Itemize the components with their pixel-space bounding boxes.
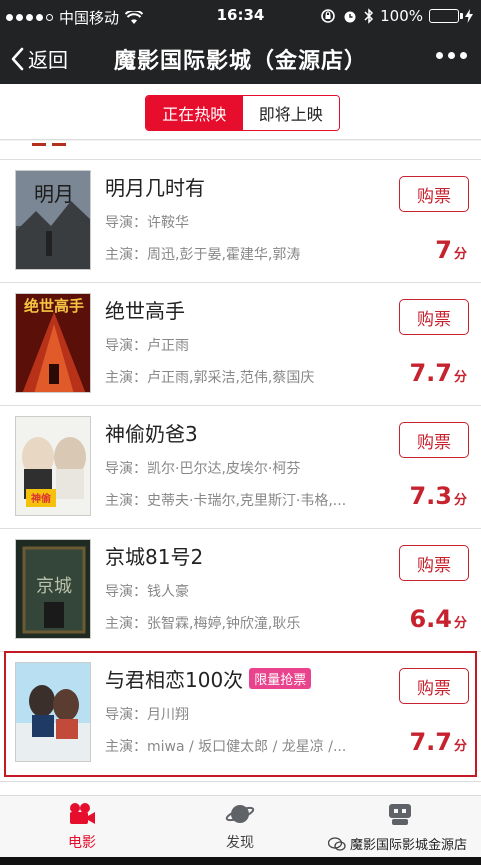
list-item[interactable]: 绝世高手 绝世高手 导演：卢正雨 主演：卢正雨,郭采洁,范伟,蔡国庆 购票 7.…: [0, 283, 481, 405]
list-item[interactable]: 神偷 神偷奶爸3 导演：凯尔·巴尔达,皮埃尔·柯芬 主演：史蒂夫·卡瑞尔,克里斯…: [0, 406, 481, 528]
movie-list[interactable]: 明月 明月几时有 导演：许鞍华 主演：周迅,彭于晏,霍建华,郭涛 购票 7分 绝…: [0, 141, 481, 795]
screen-edge: [0, 857, 481, 865]
status-bar: 中国移动 16:34 100%: [0, 0, 481, 32]
watermark-text: 魔影国际影城金源店: [349, 838, 467, 853]
planet-icon: [225, 805, 255, 823]
movie-cast: 主演：张智霖,梅婷,钟欣潼,耿乐: [105, 616, 301, 632]
watermark: 魔影国际影城金源店: [327, 834, 467, 853]
movie-score: 6.4 分: [409, 605, 467, 633]
movie-title: 京城81号2: [105, 545, 204, 569]
buy-ticket-button[interactable]: 购票: [399, 545, 469, 581]
limited-ticket-badge: 限量抢票: [249, 668, 312, 689]
alarm-icon: [344, 11, 356, 23]
buy-ticket-button[interactable]: 购票: [399, 668, 469, 704]
svg-text:神偷: 神偷: [31, 492, 51, 505]
charging-icon: [465, 9, 473, 23]
tab-discover-label: 发现: [226, 835, 254, 851]
svg-text:明月: 明月: [34, 182, 74, 206]
movie-director: 导演：许鞍华: [105, 215, 189, 231]
film-camera-icon: [70, 803, 95, 824]
tab-profile[interactable]: [350, 802, 450, 830]
movie-poster[interactable]: 绝世高手: [15, 293, 91, 393]
movie-cast: 主演：卢正雨,郭采洁,范伟,蔡国庆: [105, 370, 315, 386]
buy-ticket-button[interactable]: 购票: [399, 176, 469, 212]
movie-title: 神偷奶爸3: [105, 422, 198, 446]
movie-poster[interactable]: 神偷: [15, 416, 91, 516]
nav-bar: 返回 魔影国际影城（金源店）: [0, 32, 481, 84]
movie-title: 与君相恋100次 限量抢票: [105, 664, 312, 693]
movie-title: 明月几时有: [105, 176, 205, 200]
wechat-icon: [327, 836, 346, 851]
svg-text:绝世高手: 绝世高手: [24, 297, 84, 315]
battery-icon: [429, 9, 463, 23]
list-item[interactable]: 明月 明月几时有 导演：许鞍华 主演：周迅,彭于晏,霍建华,郭涛 购票 7分: [0, 160, 481, 282]
more-dot-icon: [448, 52, 455, 59]
tab-now-playing[interactable]: 正在热映: [146, 96, 243, 130]
movie-director: 导演：凯尔·巴尔达,皮埃尔·柯芬: [105, 461, 301, 477]
status-right: 100%: [320, 7, 473, 25]
tab-movies-label: 电影: [68, 835, 96, 851]
tab-bar: 正在热映 即将上映: [0, 84, 481, 140]
movie-director: 导演：月川翔: [105, 707, 189, 723]
movie-score: 7.7 分: [409, 728, 467, 756]
movie-director: 导演：卢正雨: [105, 338, 189, 354]
movie-cast: 主演：miwa / 坂口健太郎 / 龙星凉 /...: [105, 739, 347, 755]
movie-score: 7分: [435, 236, 467, 264]
svg-text:京城: 京城: [36, 576, 72, 597]
movie-poster[interactable]: 京城: [15, 539, 91, 639]
movie-score: 7.3 分: [409, 482, 467, 510]
more-dot-icon: [460, 52, 467, 59]
partial-poster-edge: [14, 141, 84, 149]
bottom-tab-bar: 电影 发现 魔影国际影城金源店: [0, 795, 481, 857]
movie-title: 绝世高手: [105, 299, 185, 323]
phone-screen: 中国移动 16:34 100% 返回 魔影国际影城（金源店） 正在热映 即将上映…: [0, 0, 481, 865]
rotation-lock-icon: [321, 9, 335, 23]
tab-discover[interactable]: 发现: [190, 802, 290, 852]
movie-poster[interactable]: [15, 662, 91, 762]
battery-label: 100%: [380, 7, 423, 25]
more-button[interactable]: [436, 52, 467, 59]
buy-ticket-button[interactable]: 购票: [399, 299, 469, 335]
movie-score: 7.7 分: [409, 359, 467, 387]
movie-director: 导演：钱人豪: [105, 584, 189, 600]
movie-cast: 主演：周迅,彭于晏,霍建华,郭涛: [105, 247, 301, 263]
list-item[interactable]: 京城 京城81号2 导演：钱人豪 主演：张智霖,梅婷,钟欣潼,耿乐 购票 6.4…: [0, 529, 481, 651]
tab-movies[interactable]: 电影: [32, 802, 132, 852]
tab-coming-soon[interactable]: 即将上映: [242, 96, 339, 130]
buy-ticket-button[interactable]: 购票: [399, 422, 469, 458]
more-dot-icon: [436, 52, 443, 59]
segmented-control: 正在热映 即将上映: [145, 95, 340, 131]
list-item[interactable]: 与君相恋100次 限量抢票 导演：月川翔 主演：miwa / 坂口健太郎 / 龙星…: [0, 652, 481, 774]
robot-icon: [389, 804, 411, 825]
movie-poster[interactable]: 明月: [15, 170, 91, 270]
divider: [0, 781, 481, 782]
movie-cast: 主演：史蒂夫·卡瑞尔,克里斯汀·韦格,...: [105, 493, 347, 509]
page-title: 魔影国际影城（金源店）: [113, 49, 367, 74]
bluetooth-icon: [364, 8, 374, 24]
